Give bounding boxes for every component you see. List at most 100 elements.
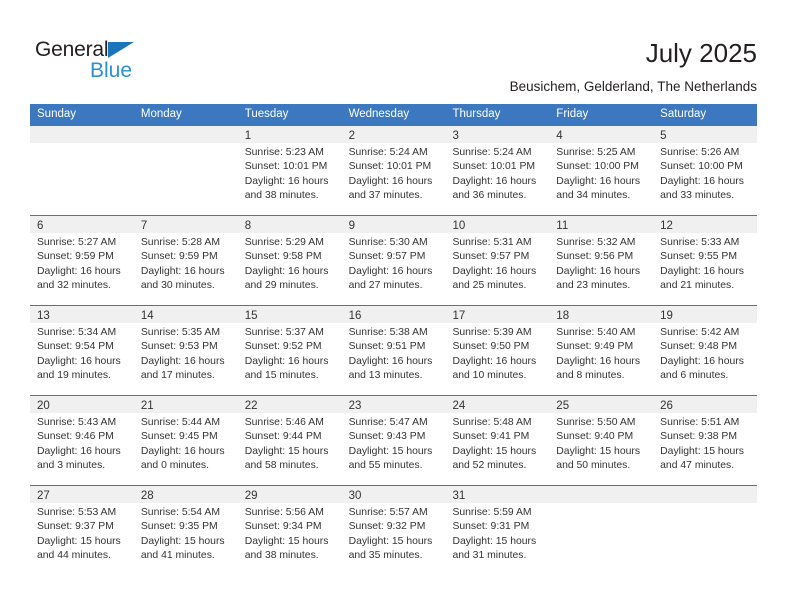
day-number: 15 bbox=[244, 310, 258, 322]
day-cell[interactable]: 24 Sunrise: 5:48 AM Sunset: 9:41 PM Dayl… bbox=[445, 396, 550, 485]
day-number-strip: 7 bbox=[133, 216, 238, 233]
day-cell[interactable]: 16 Sunrise: 5:38 AM Sunset: 9:51 PM Dayl… bbox=[341, 306, 446, 395]
day-info: Sunrise: 5:37 AM Sunset: 9:52 PM Dayligh… bbox=[238, 323, 342, 384]
day-number-strip: 21 bbox=[133, 396, 238, 413]
day-cell[interactable]: 10 Sunrise: 5:31 AM Sunset: 9:57 PM Dayl… bbox=[445, 216, 550, 305]
day-cell[interactable]: 28 Sunrise: 5:54 AM Sunset: 9:35 PM Dayl… bbox=[133, 486, 238, 575]
daylight-text-line1: Daylight: 16 hours bbox=[660, 175, 744, 187]
day-number: 7 bbox=[140, 220, 148, 232]
day-info: Sunrise: 5:29 AM Sunset: 9:58 PM Dayligh… bbox=[238, 233, 342, 294]
day-cell[interactable]: 14 Sunrise: 5:35 AM Sunset: 9:53 PM Dayl… bbox=[133, 306, 238, 395]
day-number-strip: 22 bbox=[237, 396, 342, 413]
sunset-text: Sunset: 9:37 PM bbox=[37, 521, 114, 533]
daylight-text-line2: and 19 minutes. bbox=[37, 370, 111, 382]
sunrise-text: Sunrise: 5:31 AM bbox=[452, 237, 532, 248]
daylight-text-line2: and 21 minutes. bbox=[660, 280, 735, 292]
day-info: Sunrise: 5:30 AM Sunset: 9:57 PM Dayligh… bbox=[342, 233, 446, 294]
day-cell[interactable]: 17 Sunrise: 5:39 AM Sunset: 9:50 PM Dayl… bbox=[445, 306, 550, 395]
day-number-strip: 28 bbox=[133, 486, 238, 503]
day-number: 10 bbox=[452, 220, 466, 232]
day-cell[interactable]: 15 Sunrise: 5:37 AM Sunset: 9:52 PM Dayl… bbox=[237, 306, 342, 395]
day-info: Sunrise: 5:43 AM Sunset: 9:46 PM Dayligh… bbox=[30, 413, 134, 474]
daylight-text-line1: Daylight: 15 hours bbox=[348, 535, 433, 547]
day-info: Sunrise: 5:25 AM Sunset: 10:00 PM Daylig… bbox=[549, 143, 653, 204]
day-number: 3 bbox=[452, 130, 459, 142]
day-cell[interactable]: 11 Sunrise: 5:32 AM Sunset: 9:56 PM Dayl… bbox=[549, 216, 654, 305]
day-number-strip: 6 bbox=[30, 216, 134, 233]
day-info: Sunrise: 5:32 AM Sunset: 9:56 PM Dayligh… bbox=[549, 233, 653, 294]
day-cell[interactable]: 30 Sunrise: 5:57 AM Sunset: 9:32 PM Dayl… bbox=[341, 486, 446, 575]
sunrise-text: Sunrise: 5:24 AM bbox=[452, 147, 532, 158]
day-cell[interactable]: 26 Sunrise: 5:51 AM Sunset: 9:38 PM Dayl… bbox=[653, 396, 758, 485]
weekday-header-thursday: Thursday bbox=[452, 108, 501, 120]
weekday-header-saturday: Saturday bbox=[660, 108, 707, 120]
page-header: General Blue July 2025 Beusichem, Gelder… bbox=[0, 0, 792, 100]
day-cell[interactable]: 4 Sunrise: 5:25 AM Sunset: 10:00 PM Dayl… bbox=[549, 126, 654, 215]
day-cell[interactable]: 7 Sunrise: 5:28 AM Sunset: 9:59 PM Dayli… bbox=[133, 216, 238, 305]
day-cell[interactable]: 31 Sunrise: 5:59 AM Sunset: 9:31 PM Dayl… bbox=[445, 486, 550, 575]
daylight-text-line1: Daylight: 15 hours bbox=[244, 535, 329, 547]
day-cell[interactable]: 9 Sunrise: 5:30 AM Sunset: 9:57 PM Dayli… bbox=[341, 216, 446, 305]
general-blue-logo[interactable]: General Blue bbox=[35, 38, 175, 88]
day-number-strip: 12 bbox=[653, 216, 758, 233]
daylight-text-line2: and 30 minutes. bbox=[140, 280, 215, 292]
day-number-strip: 27 bbox=[30, 486, 134, 503]
daylight-text-line1: Daylight: 16 hours bbox=[452, 265, 537, 277]
day-cell[interactable]: 25 Sunrise: 5:50 AM Sunset: 9:40 PM Dayl… bbox=[549, 396, 654, 485]
day-info: Sunrise: 5:56 AM Sunset: 9:34 PM Dayligh… bbox=[238, 503, 342, 564]
day-info: Sunrise: 5:47 AM Sunset: 9:43 PM Dayligh… bbox=[342, 413, 446, 474]
day-cell[interactable]: 19 Sunrise: 5:42 AM Sunset: 9:48 PM Dayl… bbox=[653, 306, 758, 395]
daylight-text-line2: and 31 minutes. bbox=[452, 550, 527, 562]
day-cell[interactable]: 3 Sunrise: 5:24 AM Sunset: 10:01 PM Dayl… bbox=[445, 126, 550, 215]
sunrise-text: Sunrise: 5:43 AM bbox=[37, 417, 117, 428]
sunrise-text: Sunrise: 5:27 AM bbox=[37, 237, 117, 248]
sunset-text: Sunset: 9:34 PM bbox=[244, 521, 322, 533]
day-number: 20 bbox=[37, 400, 50, 412]
day-cell[interactable]: 22 Sunrise: 5:46 AM Sunset: 9:44 PM Dayl… bbox=[237, 396, 342, 485]
daylight-text-line1: Daylight: 15 hours bbox=[660, 445, 744, 457]
day-cell[interactable]: 1 Sunrise: 5:23 AM Sunset: 10:01 PM Dayl… bbox=[237, 126, 342, 215]
sunrise-text: Sunrise: 5:44 AM bbox=[140, 417, 220, 428]
day-info: Sunrise: 5:39 AM Sunset: 9:50 PM Dayligh… bbox=[445, 323, 549, 384]
day-cell[interactable] bbox=[653, 486, 758, 575]
day-number: 16 bbox=[348, 310, 362, 322]
calendar-week-row: 13 Sunrise: 5:34 AM Sunset: 9:54 PM Dayl… bbox=[30, 305, 758, 395]
day-cell[interactable]: 18 Sunrise: 5:40 AM Sunset: 9:49 PM Dayl… bbox=[549, 306, 654, 395]
day-info: Sunrise: 5:40 AM Sunset: 9:49 PM Dayligh… bbox=[549, 323, 653, 384]
day-number-strip: 25 bbox=[549, 396, 654, 413]
day-number: 12 bbox=[660, 220, 673, 232]
weekday-header-wednesday: Wednesday bbox=[348, 108, 410, 120]
day-cell[interactable]: 20 Sunrise: 5:43 AM Sunset: 9:46 PM Dayl… bbox=[30, 396, 134, 485]
day-cell[interactable]: 5 Sunrise: 5:26 AM Sunset: 10:00 PM Dayl… bbox=[653, 126, 758, 215]
day-cell[interactable]: 12 Sunrise: 5:33 AM Sunset: 9:55 PM Dayl… bbox=[653, 216, 758, 305]
daylight-text-line1: Daylight: 16 hours bbox=[140, 355, 225, 367]
day-cell[interactable]: 2 Sunrise: 5:24 AM Sunset: 10:01 PM Dayl… bbox=[341, 126, 446, 215]
day-cell[interactable]: 13 Sunrise: 5:34 AM Sunset: 9:54 PM Dayl… bbox=[30, 306, 134, 395]
daylight-text-line1: Daylight: 16 hours bbox=[348, 175, 433, 187]
day-cell[interactable] bbox=[549, 486, 654, 575]
day-number-strip: 5 bbox=[653, 126, 758, 143]
sunset-text: Sunset: 9:55 PM bbox=[660, 251, 737, 263]
day-number-strip: 4 bbox=[549, 126, 654, 143]
calendar-grid: Sunday Monday Tuesday Wednesday Thursday… bbox=[30, 104, 758, 575]
day-cell[interactable] bbox=[30, 126, 134, 215]
day-cell[interactable]: 29 Sunrise: 5:56 AM Sunset: 9:34 PM Dayl… bbox=[237, 486, 342, 575]
sunrise-text: Sunrise: 5:25 AM bbox=[556, 147, 636, 158]
daylight-text-line1: Daylight: 15 hours bbox=[244, 445, 329, 457]
day-cell[interactable]: 8 Sunrise: 5:29 AM Sunset: 9:58 PM Dayli… bbox=[237, 216, 342, 305]
sunset-text: Sunset: 10:00 PM bbox=[556, 161, 639, 173]
sunset-text: Sunset: 9:54 PM bbox=[37, 341, 114, 353]
sunrise-text: Sunrise: 5:50 AM bbox=[556, 417, 636, 428]
day-cell[interactable]: 6 Sunrise: 5:27 AM Sunset: 9:59 PM Dayli… bbox=[30, 216, 134, 305]
day-info bbox=[653, 503, 757, 506]
day-cell[interactable]: 21 Sunrise: 5:44 AM Sunset: 9:45 PM Dayl… bbox=[133, 396, 238, 485]
day-cell[interactable]: 23 Sunrise: 5:47 AM Sunset: 9:43 PM Dayl… bbox=[341, 396, 446, 485]
day-cell[interactable]: 27 Sunrise: 5:53 AM Sunset: 9:37 PM Dayl… bbox=[30, 486, 134, 575]
daylight-text-line1: Daylight: 16 hours bbox=[244, 265, 329, 277]
daylight-text-line1: Daylight: 15 hours bbox=[140, 535, 225, 547]
day-number-strip: 8 bbox=[237, 216, 342, 233]
sunrise-text: Sunrise: 5:54 AM bbox=[140, 507, 220, 518]
day-cell[interactable] bbox=[133, 126, 238, 215]
day-number-strip bbox=[653, 486, 758, 503]
day-number-strip bbox=[549, 486, 654, 503]
